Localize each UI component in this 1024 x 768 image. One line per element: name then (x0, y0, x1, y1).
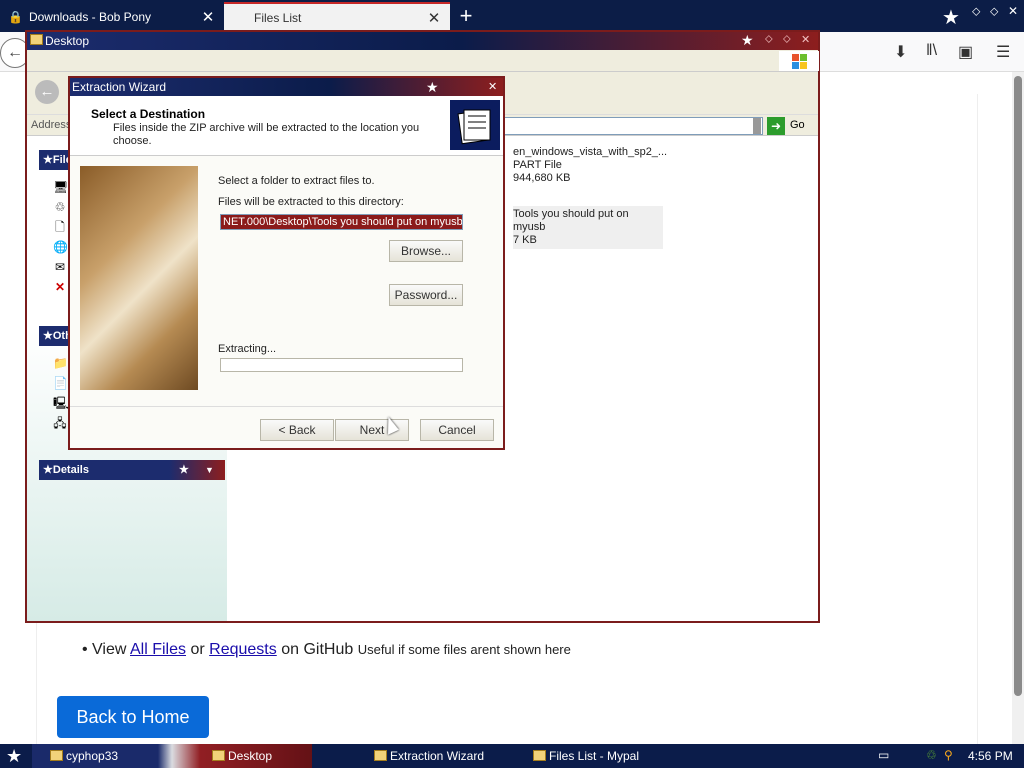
taskbar-item-desktop[interactable]: Desktop (210, 746, 272, 766)
copy-icon[interactable]: 🗋 (53, 220, 67, 234)
directory-label: Files will be extracted to this director… (218, 196, 404, 208)
network-tray-icon[interactable]: ♲ (926, 748, 937, 762)
sidebar-icon[interactable]: ▣ (958, 42, 973, 62)
close-tab-icon[interactable]: ✕ (200, 8, 216, 26)
step-title: Select a Destination (91, 107, 206, 121)
my-computer-icon[interactable]: 🖳 (53, 396, 69, 410)
github-links: • View All Files or Requests on GitHub U… (82, 641, 571, 658)
close-icon[interactable]: ✕ (801, 33, 810, 46)
close-tab-icon[interactable]: ✕ (426, 9, 442, 27)
file-name: Tools you should put on myusb (513, 208, 629, 233)
wizard-content: Select a folder to extract files to. Fil… (70, 156, 503, 406)
back-to-home-button[interactable]: Back to Home (57, 696, 209, 738)
view-text: View (92, 641, 127, 658)
address-label: Address (31, 119, 72, 131)
minimize-icon[interactable]: ⬦ (972, 4, 980, 19)
folder-icon (374, 750, 387, 761)
minimize-icon[interactable]: ⬦ (765, 33, 773, 46)
scroll-thumb[interactable] (1014, 76, 1022, 696)
computer-icon[interactable]: 🖥 (53, 180, 68, 194)
note-text: Useful if some files arent shown here (357, 642, 571, 657)
search-icon[interactable]: ⚲ (944, 748, 953, 762)
file-type: PART File (513, 159, 562, 171)
taskbar-item-cyphop33[interactable]: cyphop33 (48, 746, 118, 766)
file-size: 7 KB (513, 234, 537, 246)
file-tools-zip[interactable]: Tools you should put on myusb 7 KB (513, 206, 663, 249)
windows-logo-icon (779, 51, 819, 71)
tab-files-list[interactable]: Files List ✕ (224, 2, 450, 32)
explorer-title-bar[interactable]: Desktop ★ ⬦ ⬦ ✕ (27, 32, 818, 50)
details-panel-header[interactable]: ★Details ★ ▼ (39, 460, 225, 480)
star-icon: ★ (426, 79, 439, 95)
explorer-title: Desktop (45, 34, 90, 48)
zip-folder-icon (450, 100, 500, 150)
wizard-title-bar[interactable]: Extraction Wizard ★ ✕ (70, 78, 503, 96)
keyboard-icon[interactable]: ▭ (878, 748, 889, 762)
file-vista-part[interactable]: en_windows_vista_with_sp2_... PART File … (513, 144, 667, 187)
folder-icon (50, 750, 63, 761)
maximize-icon[interactable]: ⬦ (783, 33, 791, 46)
library-icon[interactable]: ‖\ (926, 42, 937, 60)
step-description: Files inside the ZIP archive will be ext… (113, 122, 420, 147)
destination-value: NET.000\Desktop\Tools you should put on … (221, 215, 462, 229)
explorer-menu-bar (27, 50, 819, 72)
documents-icon[interactable]: 📄 (53, 376, 68, 390)
lock-icon: 🔒 (8, 10, 23, 24)
move-icon[interactable]: ♲ (53, 200, 67, 214)
close-icon[interactable]: ✕ (488, 78, 497, 96)
star-icon: ★ (741, 32, 754, 48)
tab-label: Downloads - Bob Pony (28, 10, 152, 24)
tab-label: Files List (254, 11, 302, 25)
or-text: or (190, 641, 205, 658)
page-scrollbar[interactable] (1012, 72, 1024, 744)
menu-icon[interactable]: ☰ (996, 42, 1010, 62)
browser-tab-bar: 🔒 Downloads - Bob Pony ✕ Files List ✕ + … (0, 0, 1024, 32)
network-icon[interactable]: 🖧 (53, 416, 67, 430)
on-github-text: on GitHub (281, 641, 354, 658)
maximize-icon[interactable]: ⬦ (990, 4, 998, 19)
wizard-title: Extraction Wizard (72, 80, 167, 94)
instruction-text: Select a folder to extract files to. (218, 175, 375, 187)
close-window-icon[interactable]: ✕ (1008, 4, 1018, 18)
go-arrow-icon[interactable]: ➜ (767, 117, 785, 135)
back-arrow-icon[interactable]: ← (35, 80, 59, 104)
file-size: 944,680 KB (513, 172, 571, 184)
taskbar-item-extraction-wizard[interactable]: Extraction Wizard (372, 746, 484, 766)
address-dropdown[interactable] (753, 118, 761, 134)
requests-link[interactable]: Requests (209, 641, 277, 658)
clock[interactable]: 4:56 PM (968, 749, 1013, 763)
start-button[interactable]: ★ (6, 744, 22, 768)
all-files-link[interactable]: All Files (130, 641, 186, 658)
destination-input[interactable]: NET.000\Desktop\Tools you should put on … (220, 214, 463, 230)
wizard-header: Select a Destination Files inside the ZI… (70, 96, 503, 156)
go-button[interactable]: Go (790, 119, 805, 131)
folder-icon (30, 34, 43, 45)
back-button[interactable]: < Back (260, 419, 334, 441)
cancel-button[interactable]: Cancel (420, 419, 494, 441)
browser-icon (533, 750, 546, 761)
delete-icon[interactable]: ✕ (53, 280, 67, 294)
download-icon[interactable]: ⬇ (894, 42, 907, 62)
extraction-wizard-dialog: Extraction Wizard ★ ✕ Select a Destinati… (68, 76, 505, 450)
password-button[interactable]: Password... (389, 284, 463, 306)
star-icon: ★ (942, 7, 960, 29)
wizard-folder-image (80, 166, 198, 390)
extraction-progress-bar (220, 358, 463, 372)
taskbar: ★ cyphop33 Desktop Extraction Wizard Fil… (0, 744, 1024, 768)
new-tab-button[interactable]: + (454, 4, 478, 28)
taskbar-item-mypal[interactable]: Files List - Mypal (531, 746, 639, 766)
extracting-label: Extracting... (218, 343, 277, 355)
wizard-footer: < Back Next Cancel (70, 406, 503, 448)
folder-icon[interactable]: 📁 (53, 356, 68, 370)
tab-downloads[interactable]: 🔒 Downloads - Bob Pony ✕ (0, 2, 224, 32)
email-icon[interactable]: ✉ (53, 260, 67, 274)
browse-button[interactable]: Browse... (389, 240, 463, 262)
file-name: en_windows_vista_with_sp2_... (513, 146, 668, 158)
web-publish-icon[interactable]: 🌐 (53, 240, 68, 254)
folder-icon (212, 750, 225, 761)
